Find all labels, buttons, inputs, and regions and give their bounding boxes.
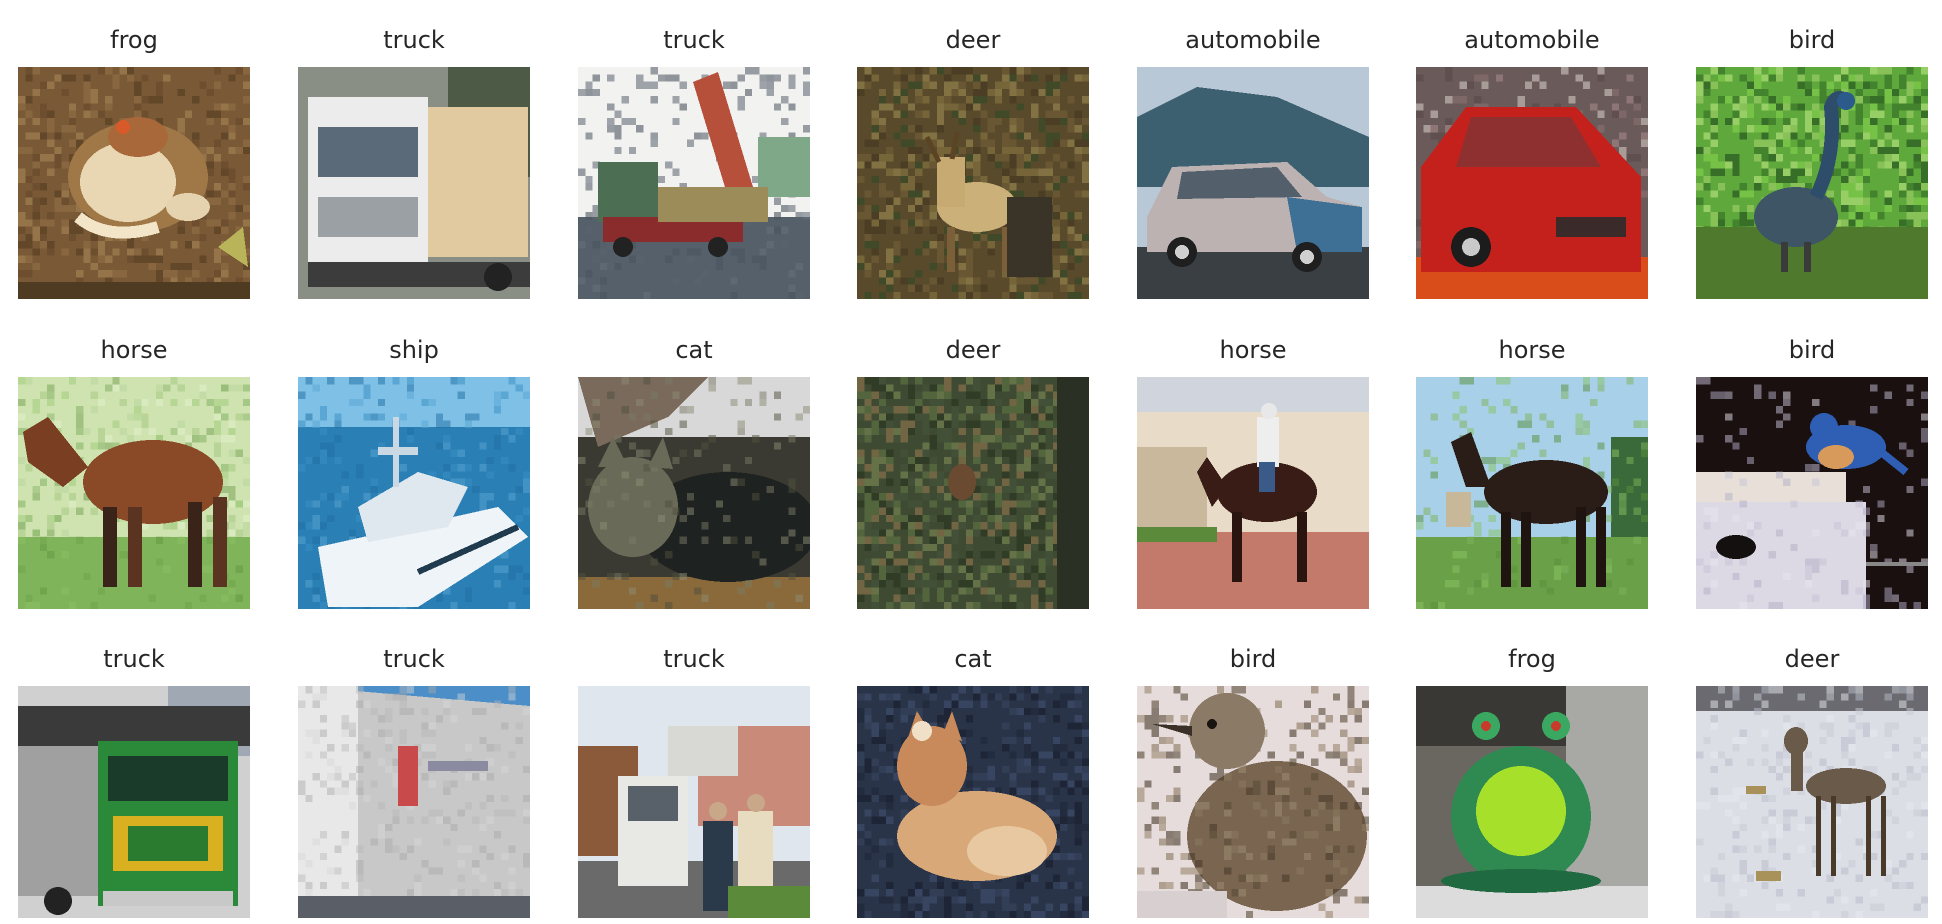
bird-brown-image	[1137, 686, 1369, 918]
image-tile: cat	[857, 641, 1089, 918]
truck-people-image	[578, 686, 810, 918]
ship-boat-image	[298, 377, 530, 609]
image-label: automobile	[1185, 26, 1321, 54]
image-tile: frog	[18, 22, 250, 299]
image-label: truck	[383, 645, 445, 673]
frog-statue-image	[1416, 686, 1648, 918]
horse-brown-image	[18, 377, 250, 609]
image-label: horse	[100, 336, 168, 364]
image-tile: deer	[1696, 641, 1928, 918]
image-tile: deer	[857, 332, 1089, 609]
image-tile: bird	[1137, 641, 1369, 918]
deer-forest-image	[857, 67, 1089, 299]
image-label: deer	[945, 336, 1001, 364]
deer-bush-image	[857, 377, 1089, 609]
car-red-image	[1416, 67, 1648, 299]
image-label: deer	[945, 26, 1001, 54]
image-label: horse	[1219, 336, 1287, 364]
image-tile: bird	[1696, 22, 1928, 299]
image-tile: automobile	[1416, 22, 1648, 299]
image-tile: automobile	[1137, 22, 1369, 299]
image-tile: deer	[857, 22, 1089, 299]
car-silver-image	[1137, 67, 1369, 299]
image-label: frog	[110, 26, 158, 54]
image-label: bird	[1788, 336, 1836, 364]
image-grid: frog truck truck deer automobile automobile bi…	[0, 0, 1942, 924]
image-label: frog	[1508, 645, 1556, 673]
image-tile: horse	[18, 332, 250, 609]
image-tile: truck	[298, 22, 530, 299]
image-label: deer	[1784, 645, 1840, 673]
image-label: truck	[663, 645, 725, 673]
image-label: truck	[383, 26, 445, 54]
bird-peacock-image	[1696, 67, 1928, 299]
image-label: truck	[663, 26, 725, 54]
image-label: horse	[1498, 336, 1566, 364]
image-tile: truck	[298, 641, 530, 918]
image-tile: truck	[18, 641, 250, 918]
image-label: cat	[954, 645, 992, 673]
image-label: bird	[1788, 26, 1836, 54]
image-label: ship	[389, 336, 439, 364]
truck-green-image	[18, 686, 250, 918]
horse-black-image	[1416, 377, 1648, 609]
image-label: truck	[103, 645, 165, 673]
cat-dark-image	[578, 377, 810, 609]
image-tile: cat	[578, 332, 810, 609]
image-tile: truck	[578, 22, 810, 299]
image-tile: truck	[578, 641, 810, 918]
frog-image	[18, 67, 250, 299]
truck-trailer-image	[298, 686, 530, 918]
truck-dump-image	[578, 67, 810, 299]
truck-white-image	[298, 67, 530, 299]
image-tile: ship	[298, 332, 530, 609]
bird-blue-image	[1696, 377, 1928, 609]
horse-rider-image	[1137, 377, 1369, 609]
image-label: bird	[1229, 645, 1277, 673]
image-label: automobile	[1464, 26, 1600, 54]
image-label: cat	[675, 336, 713, 364]
cat-ginger-image	[857, 686, 1089, 918]
deer-snow-image	[1696, 686, 1928, 918]
image-tile: horse	[1416, 332, 1648, 609]
image-tile: frog	[1416, 641, 1648, 918]
image-tile: horse	[1137, 332, 1369, 609]
image-tile: bird	[1696, 332, 1928, 609]
